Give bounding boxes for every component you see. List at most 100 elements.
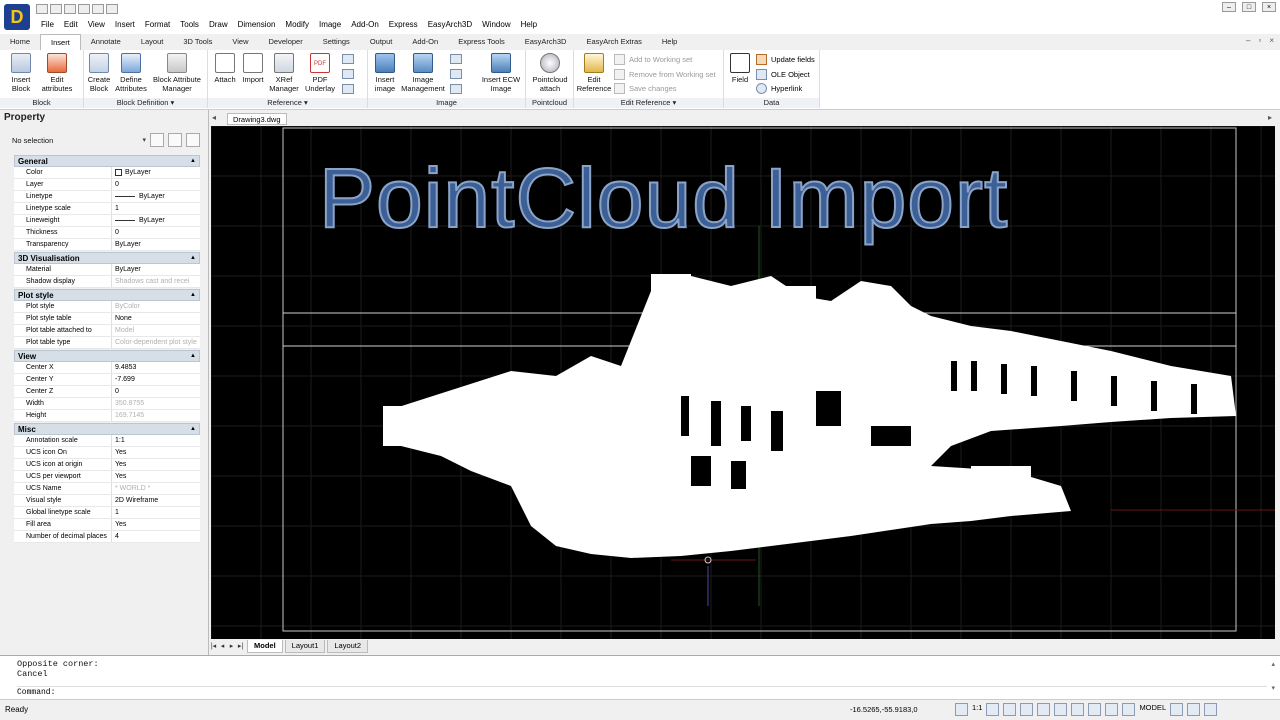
property-row[interactable]: Plot table attached to Model [14, 325, 200, 337]
menu-add-on[interactable]: Add-On [346, 18, 384, 32]
property-row[interactable]: Layer 0 [14, 179, 200, 191]
last-layout-icon[interactable]: ▸| [236, 642, 245, 650]
scroll-up-icon[interactable]: ▴ [1271, 660, 1275, 668]
property-row[interactable]: Fill area Yes [14, 519, 200, 531]
create-block-button[interactable]: Create Block [85, 53, 113, 93]
property-value[interactable]: ByColor [112, 301, 200, 312]
redo-icon[interactable] [106, 4, 118, 14]
app-logo[interactable]: D [4, 4, 30, 30]
property-value[interactable]: 0 [112, 179, 200, 190]
toggle-pickadd-icon[interactable] [150, 133, 164, 147]
property-value[interactable]: -7.699 [112, 374, 200, 385]
ref-tool-2-icon[interactable] [342, 69, 354, 79]
model-space-toggle[interactable]: MODEL [1139, 703, 1166, 716]
property-value[interactable]: Yes [112, 459, 200, 470]
ref-tool-3-icon[interactable] [342, 84, 354, 94]
tab-view[interactable]: View [222, 34, 258, 50]
menu-window[interactable]: Window [477, 18, 515, 32]
property-row[interactable]: Center X 9.4853 [14, 362, 200, 374]
xref-manager-button[interactable]: XRef Manager [268, 53, 300, 93]
menu-tools[interactable]: Tools [175, 18, 204, 32]
property-row[interactable]: Center Y -7.699 [14, 374, 200, 386]
undo-icon[interactable] [92, 4, 104, 14]
edit-attributes-button[interactable]: Edit attributes [36, 53, 78, 93]
property-value[interactable]: 0 [112, 227, 200, 238]
property-value[interactable]: 0 [112, 386, 200, 397]
workspace-icon[interactable] [1187, 703, 1201, 716]
menu-format[interactable]: Format [140, 18, 175, 32]
gear-icon[interactable] [1170, 703, 1184, 716]
tab-model[interactable]: Model [247, 639, 283, 653]
insert-block-button[interactable]: Insert Block [6, 53, 36, 93]
property-value[interactable]: Yes [112, 471, 200, 482]
menu-help[interactable]: Help [516, 18, 542, 32]
strack-icon[interactable] [1088, 703, 1102, 716]
property-row[interactable]: Number of decimal places 4 [14, 531, 200, 543]
annotation-icon[interactable] [955, 703, 968, 716]
property-value[interactable]: 1:1 [112, 435, 200, 446]
property-value[interactable]: Color-dependent plot style [112, 337, 200, 348]
print-icon[interactable] [78, 4, 90, 14]
pdf-underlay-button[interactable]: PDF PDF Underlay [301, 53, 339, 93]
property-row[interactable]: Visual style 2D Wireframe [14, 495, 200, 507]
close-icon[interactable]: × [1262, 2, 1276, 12]
insert-ecw-image-button[interactable]: Insert ECW Image [480, 53, 522, 93]
menu-view[interactable]: View [83, 18, 110, 32]
esnap-icon[interactable] [1071, 703, 1085, 716]
tab-express-tools[interactable]: Express Tools [448, 34, 515, 50]
attach-button[interactable]: Attach [212, 53, 238, 84]
tab-layout[interactable]: Layout [131, 34, 174, 50]
field-button[interactable]: Field [728, 53, 752, 84]
menu-edit[interactable]: Edit [59, 18, 83, 32]
image-tool-3-icon[interactable] [450, 84, 462, 94]
add-to-working-set-button[interactable]: Add to Working set [614, 53, 692, 66]
section-general[interactable]: General ▲ [14, 155, 200, 167]
minimize-icon[interactable]: – [1222, 2, 1236, 12]
hyperlink-button[interactable]: Hyperlink [756, 82, 802, 95]
quick-select-icon[interactable] [186, 133, 200, 147]
section-3d-visualisation[interactable]: 3D Visualisation ▲ [14, 252, 200, 264]
collapse-icon[interactable]: ▲ [190, 253, 196, 264]
property-value[interactable]: 4 [112, 531, 200, 542]
section-plot-style[interactable]: Plot style ▲ [14, 289, 200, 301]
menu-insert[interactable]: Insert [110, 18, 140, 32]
menu-express[interactable]: Express [384, 18, 423, 32]
property-value[interactable]: 169.7145 [112, 410, 200, 421]
first-layout-icon[interactable]: |◂ [209, 642, 218, 650]
collapse-icon[interactable]: ▲ [190, 351, 196, 362]
fullscreen-icon[interactable] [1204, 703, 1218, 716]
section-view[interactable]: View ▲ [14, 350, 200, 362]
edit-reference-button[interactable]: Edit Reference [576, 53, 612, 93]
property-row[interactable]: Global linetype scale 1 [14, 507, 200, 519]
annotation-visibility-icon[interactable] [986, 703, 1000, 716]
property-value[interactable]: Model [112, 325, 200, 336]
tab-home[interactable]: Home [0, 34, 40, 50]
property-row[interactable]: Plot table type Color-dependent plot styl… [14, 337, 200, 349]
tab-layout1[interactable]: Layout1 [284, 639, 326, 653]
doc-minimize-icon[interactable]: – [1246, 36, 1250, 45]
lweight-icon[interactable] [1105, 703, 1119, 716]
property-row[interactable]: Linetype ByLayer [14, 191, 200, 203]
import-button[interactable]: Import [239, 53, 267, 84]
property-value[interactable]: 1 [112, 203, 200, 214]
image-tool-1-icon[interactable] [450, 54, 462, 64]
tab-output[interactable]: Output [360, 34, 403, 50]
property-row[interactable]: Thickness 0 [14, 227, 200, 239]
tab-add-on[interactable]: Add-On [402, 34, 448, 50]
tab-insert[interactable]: Insert [40, 34, 81, 50]
ortho-icon[interactable] [1037, 703, 1051, 716]
select-objects-icon[interactable] [168, 133, 182, 147]
property-value[interactable]: * WORLD * [112, 483, 200, 494]
property-value[interactable]: 1 [112, 507, 200, 518]
save-changes-button[interactable]: Save changes [614, 82, 677, 95]
tab-layout2[interactable]: Layout2 [327, 639, 369, 653]
maximize-icon[interactable]: □ [1242, 2, 1256, 12]
polar-icon[interactable] [1054, 703, 1068, 716]
property-value[interactable]: Yes [112, 519, 200, 530]
scroll-down-icon[interactable]: ▾ [1271, 684, 1275, 692]
annotation-scale[interactable]: 1:1 [972, 703, 982, 716]
insert-image-button[interactable]: Insert image [372, 53, 398, 93]
tab-3d-tools[interactable]: 3D Tools [173, 34, 222, 50]
menu-image[interactable]: Image [314, 18, 346, 32]
document-tab[interactable]: Drawing3.dwg [227, 113, 287, 125]
